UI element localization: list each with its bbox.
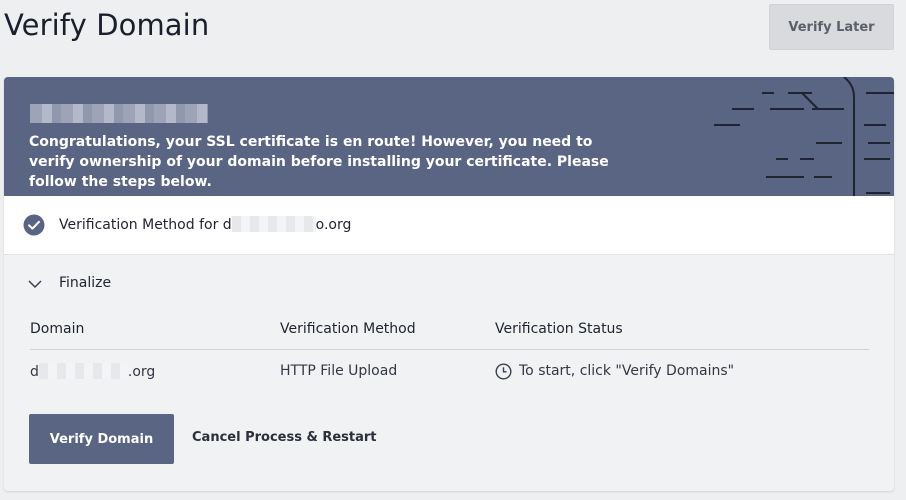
chevron-down-icon [28,280,42,289]
method-label-suffix: o.org [315,217,352,233]
column-header-method: Verification Method [280,321,416,337]
redacted-name [30,104,208,123]
domain-prefix: d [30,364,39,380]
finalize-label: Finalize [59,275,112,291]
status-cell: To start, click "Verify Domains" [519,363,735,379]
table-row: d .org HTTP File Upload To start, click "… [30,362,869,384]
verification-card: Congratulations, your SSL certificate is… [4,77,894,491]
method-label-prefix: Verification Method for d [59,217,232,233]
cancel-restart-link[interactable]: Cancel Process & Restart [192,430,377,445]
banner-message: Congratulations, your SSL certificate is… [29,134,609,190]
column-header-domain: Domain [30,321,85,337]
method-cell: HTTP File Upload [280,363,398,379]
domain-cell: d .org [30,363,155,380]
info-banner: Congratulations, your SSL certificate is… [4,77,894,196]
verify-domain-button[interactable]: Verify Domain [29,414,174,464]
verification-method-label: Verification Method for d o.org [59,216,351,233]
check-circle-icon [23,214,45,236]
domain-suffix: .org [127,364,156,380]
decorative-lines-graphic [714,77,894,196]
verification-method-row[interactable]: Verification Method for d o.org [4,196,894,255]
table-header: Domain Verification Method Verification … [30,320,869,350]
clock-icon [495,363,512,380]
column-header-status: Verification Status [495,321,623,337]
page-title: Verify Domain [4,8,210,42]
finalize-toggle[interactable]: Finalize [28,275,111,291]
verify-later-button[interactable]: Verify Later [769,4,894,50]
redacted-domain [231,216,316,232]
redacted-domain [38,363,128,379]
